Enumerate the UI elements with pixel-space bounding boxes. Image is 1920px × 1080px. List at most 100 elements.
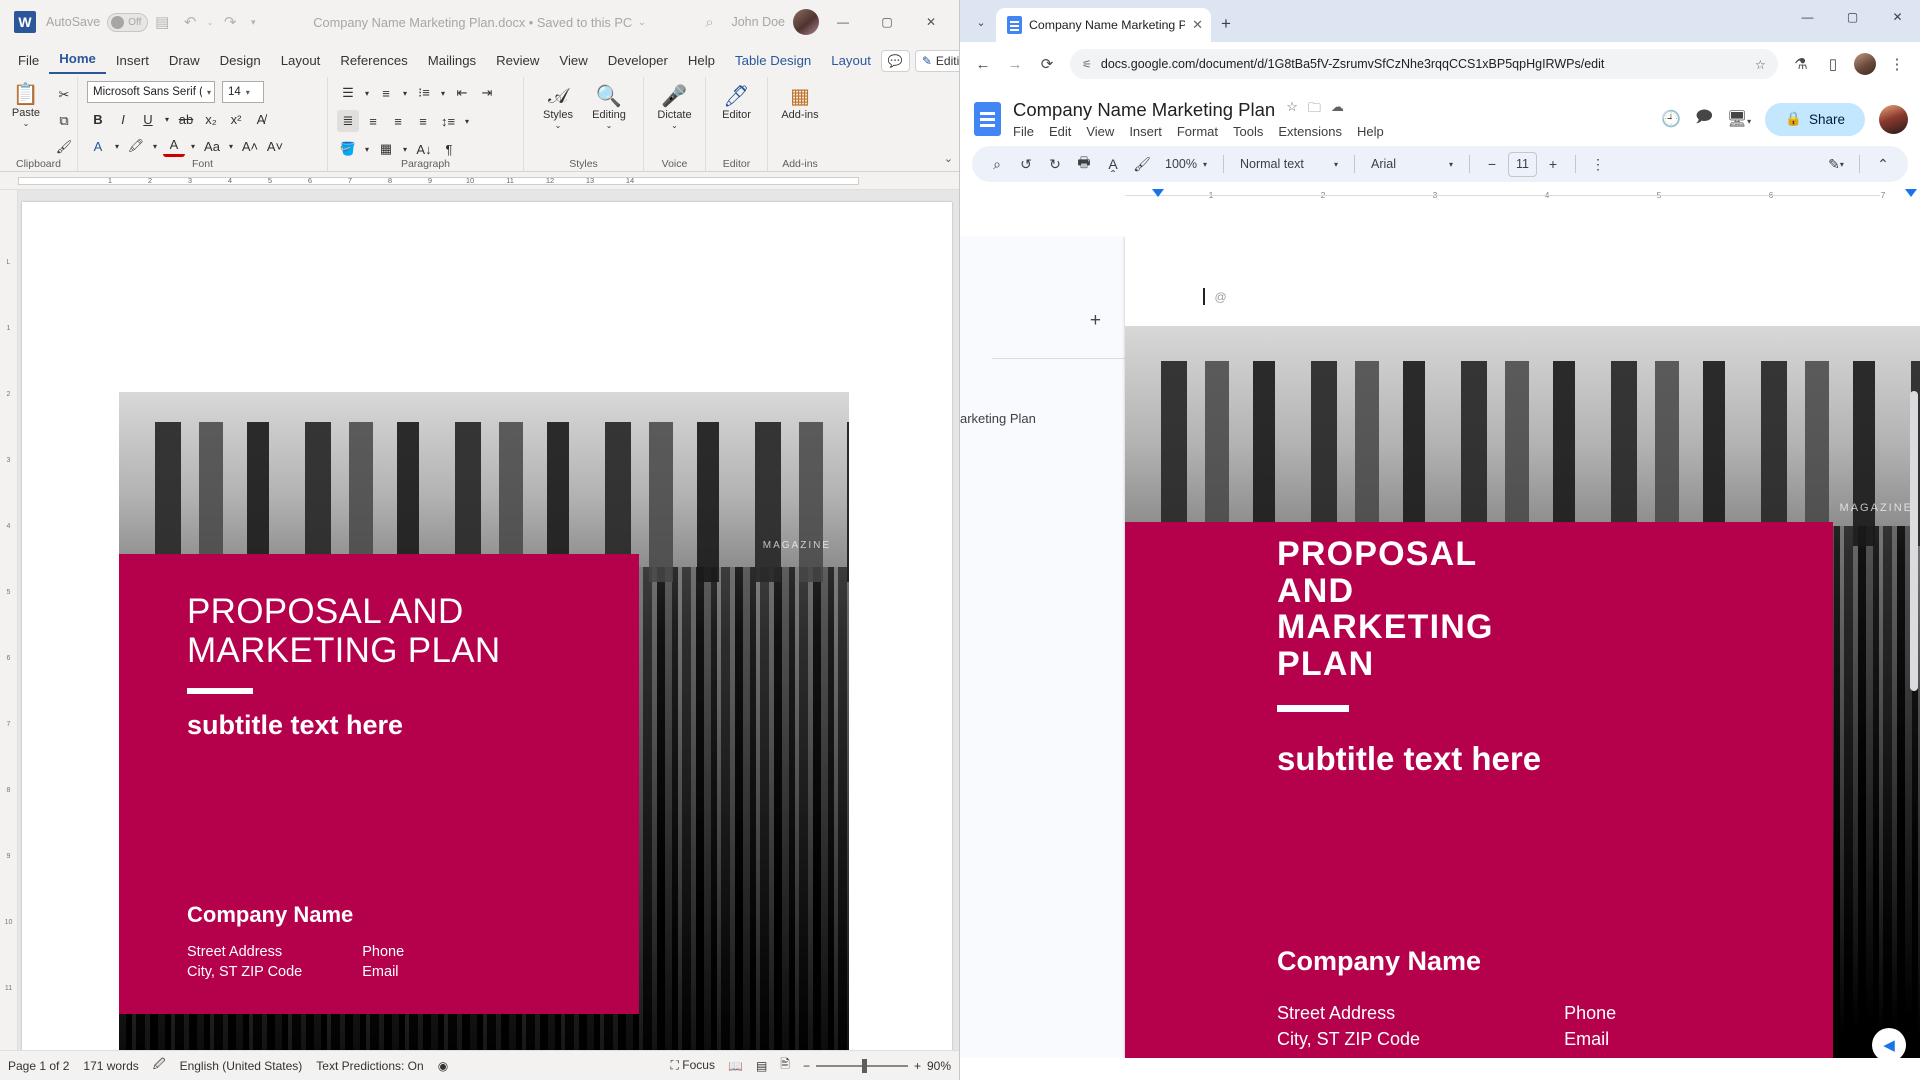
more-options-icon[interactable]: ⋮ (1585, 151, 1611, 177)
change-case-button[interactable]: Aa (201, 135, 223, 157)
chrome-minimize-button[interactable]: — (1785, 0, 1830, 34)
tab-help[interactable]: Help (678, 51, 725, 74)
left-indent-marker[interactable] (1152, 189, 1164, 197)
show-formatting-marks-button[interactable]: ¶ (438, 138, 460, 160)
tab-mailings[interactable]: Mailings (418, 51, 486, 74)
sort-button[interactable]: A↓ (413, 138, 435, 160)
menu-file[interactable]: File (1013, 124, 1034, 139)
clear-formatting-button[interactable]: A̸ (250, 108, 272, 130)
print-icon[interactable]: 🖶 (1071, 151, 1097, 177)
shrink-font-button[interactable]: A˅ (264, 135, 286, 157)
gdocs-cursor-line[interactable]: @ (1203, 288, 1227, 305)
align-left-button[interactable]: ≣ (337, 110, 359, 132)
customize-quick-access-icon[interactable]: ▾ (244, 8, 262, 36)
three-dot-menu-icon[interactable]: ⋮ (1882, 49, 1912, 79)
menu-help[interactable]: Help (1357, 124, 1384, 139)
editing-button[interactable]: 🔍 Editing ⌄ (585, 83, 633, 130)
font-name-combo[interactable]: Microsoft Sans Serif (Body) ▾ (87, 81, 215, 103)
increase-indent-button[interactable]: ⇥ (476, 82, 498, 104)
font-size-input[interactable]: 11 (1508, 152, 1537, 177)
increase-font-size-button[interactable]: + (1540, 151, 1566, 177)
search-icon[interactable]: ⌕ (984, 151, 1010, 177)
paragraph-style-selector[interactable]: Normal text ▾ (1233, 151, 1345, 177)
search-icon[interactable]: ⌕ (695, 8, 723, 36)
forward-button[interactable]: → (1000, 49, 1030, 79)
tab-view[interactable]: View (549, 51, 597, 74)
word-page-1[interactable]: MAGAZINE PROPOSAL AND MARKETING PLAN sub… (22, 202, 952, 1050)
new-tab-button[interactable]: + (1211, 9, 1241, 39)
profile-avatar[interactable] (1850, 49, 1880, 79)
horizontal-ruler[interactable]: 12 34 56 78 910 1112 1314 (0, 172, 959, 190)
zoom-in-button[interactable]: + (914, 1059, 921, 1073)
print-layout-icon[interactable]: ▤ (756, 1059, 767, 1073)
meet-camera-icon[interactable]: 🖥▾ (1727, 109, 1751, 129)
vertical-ruler[interactable]: L123456789101112 (0, 190, 18, 1050)
labs-flask-icon[interactable]: ⚗ (1786, 49, 1816, 79)
editing-chevron-icon[interactable]: ⌄ (606, 121, 613, 130)
chrome-maximize-button[interactable]: ▢ (1830, 0, 1875, 34)
superscript-button[interactable]: x² (225, 108, 247, 130)
page-count-status[interactable]: Page 1 of 2 (8, 1059, 69, 1073)
bold-button[interactable]: B (87, 108, 109, 130)
borders-button[interactable]: ▦ (375, 138, 397, 160)
comment-history-icon[interactable]: 🗩 (1695, 106, 1713, 133)
outline-item[interactable]: arketing Plan (960, 411, 1125, 426)
focus-mode-button[interactable]: ⛶ Focus (671, 1058, 715, 1073)
zoom-slider-thumb[interactable] (862, 1059, 867, 1073)
undo-icon[interactable]: ↺ (1013, 151, 1039, 177)
line-spacing-chevron-icon[interactable]: ▾ (462, 110, 472, 132)
editor-button[interactable]: 🖊 Editor (713, 83, 761, 121)
read-mode-icon[interactable]: 📖 (728, 1059, 743, 1073)
subscript-button[interactable]: x₂ (200, 108, 222, 130)
font-size-combo[interactable]: 14 ▾ (222, 81, 264, 103)
vertical-scrollbar[interactable] (1910, 391, 1918, 691)
window-maximize-button[interactable]: ▢ (867, 7, 907, 37)
language-status[interactable]: English (United States) (180, 1059, 303, 1073)
styles-button[interactable]: 𝒜 Styles ⌄ (534, 83, 582, 130)
paste-button[interactable]: 📋 Paste ⌄ (2, 81, 50, 128)
star-icon[interactable]: ☆ (1286, 99, 1298, 121)
text-effects-button[interactable]: A (87, 135, 109, 157)
tab-draw[interactable]: Draw (159, 51, 210, 74)
borders-chevron-icon[interactable]: ▾ (400, 138, 410, 160)
redo-icon[interactable]: ↷ (216, 8, 244, 36)
cut-icon[interactable]: ✂ (53, 84, 75, 106)
dictate-chevron-icon[interactable]: ⌄ (671, 121, 678, 130)
undo-icon[interactable]: ↶ (176, 8, 204, 36)
menu-view[interactable]: View (1086, 124, 1114, 139)
cloud-saved-icon[interactable]: ☁ (1331, 99, 1344, 121)
add-outline-button[interactable]: + (960, 310, 1125, 332)
editing-mode-button[interactable]: ✎ Editing ⌄ (915, 50, 960, 72)
menu-extensions[interactable]: Extensions (1278, 124, 1342, 139)
zoom-slider-track[interactable] (816, 1065, 908, 1067)
tab-design[interactable]: Design (210, 51, 271, 74)
multilevel-chevron-icon[interactable]: ▾ (438, 82, 448, 104)
copy-icon[interactable]: ⧉ (53, 110, 75, 132)
back-button[interactable]: ← (968, 49, 998, 79)
address-bar[interactable]: ⚟ docs.google.com/document/d/1G8tBa5fV-Z… (1070, 49, 1778, 79)
spellcheck-icon[interactable]: A̭ (1100, 151, 1126, 177)
tab-insert[interactable]: Insert (106, 51, 159, 74)
ribbon-collapse-icon[interactable]: ⌄ (944, 152, 953, 165)
tab-table-layout[interactable]: Layout (821, 51, 881, 74)
browser-tab-google-docs[interactable]: Company Name Marketing Pla ✕ (996, 8, 1211, 42)
tab-search-icon[interactable]: ⌄ (966, 5, 996, 39)
underline-button[interactable]: U (137, 108, 159, 130)
tab-review[interactable]: Review (486, 51, 549, 74)
hide-menus-chevron-icon[interactable]: ⌃ (1870, 151, 1896, 177)
change-case-chevron-icon[interactable]: ▾ (226, 135, 236, 157)
redo-icon[interactable]: ↻ (1042, 151, 1068, 177)
reload-button[interactable]: ⟳ (1032, 49, 1062, 79)
autosave-toggle[interactable]: Off (107, 13, 148, 32)
account-avatar[interactable] (1879, 105, 1908, 134)
menu-edit[interactable]: Edit (1049, 124, 1071, 139)
web-layout-icon[interactable]: 🖹 (780, 1055, 790, 1076)
share-button[interactable]: 🔒 Share (1765, 103, 1865, 136)
numbering-chevron-icon[interactable]: ▾ (400, 82, 410, 104)
move-to-folder-icon[interactable]: 🗀 (1308, 99, 1321, 121)
justify-button[interactable]: ≡ (412, 110, 434, 132)
gdocs-document-title[interactable]: Company Name Marketing Plan (1013, 99, 1275, 121)
zoom-level-label[interactable]: 90% (927, 1059, 951, 1073)
paint-format-icon[interactable]: 🖌 (1129, 151, 1155, 177)
shading-button[interactable]: 🪣 (337, 138, 359, 160)
